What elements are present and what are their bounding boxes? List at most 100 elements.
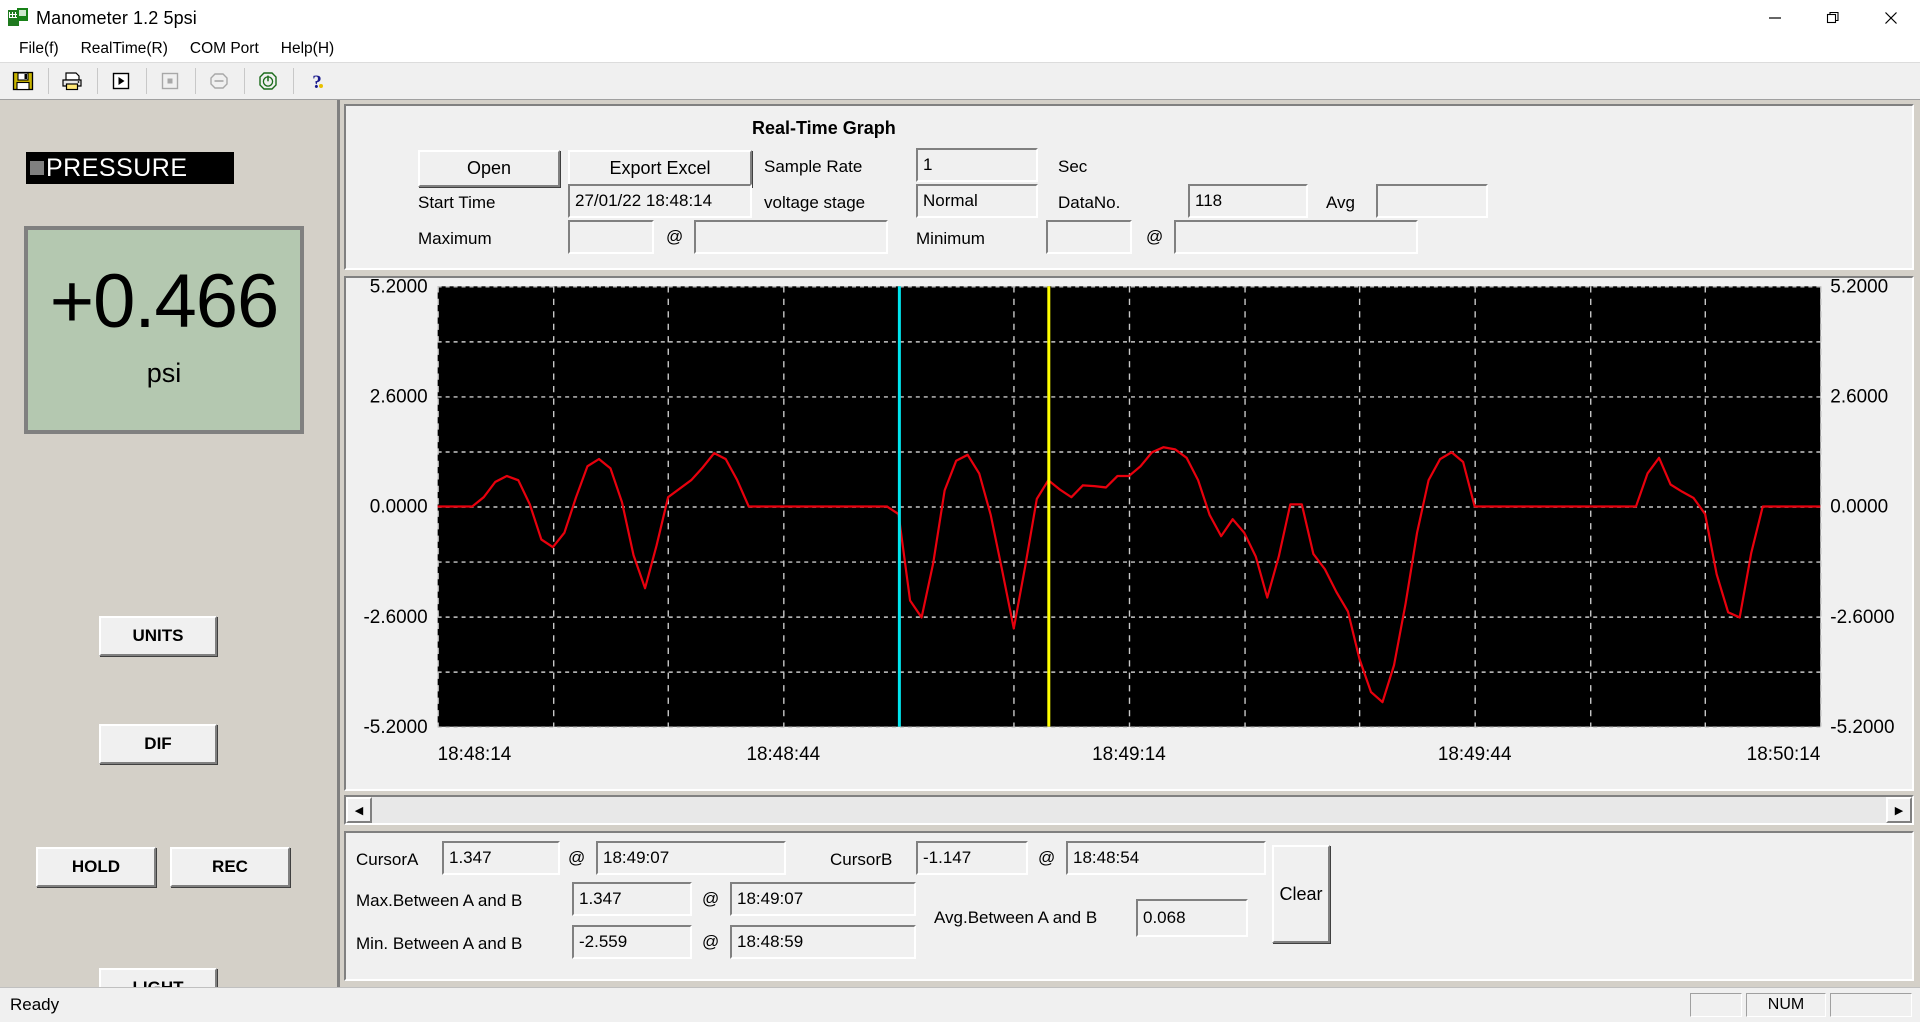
x-axis-tick-label: 18:48:14 [438, 744, 512, 765]
avg-label: Avg [1326, 193, 1355, 212]
y-axis-tick-label-right: -5.2000 [1830, 717, 1894, 738]
play-icon [112, 72, 130, 90]
disconnect-button[interactable] [202, 65, 236, 97]
power-button[interactable] [251, 65, 285, 97]
cursorB-at-label: @ [1038, 848, 1056, 867]
minimum-label: Minimum [916, 229, 985, 248]
status-bar: Ready NUM [0, 987, 1920, 1022]
sec-label: Sec [1058, 157, 1088, 176]
print-button[interactable] [55, 65, 89, 97]
sample-rate-field[interactable]: 1 [916, 148, 1038, 182]
menu-file[interactable]: File(f) [8, 38, 70, 60]
sample-rate-label: Sample Rate [764, 157, 863, 176]
mode-label: PRESSURE [46, 153, 188, 182]
dif-button[interactable]: DIF [99, 724, 217, 764]
start-time-field[interactable]: 27/01/22 18:48:14 [568, 184, 752, 218]
device-panel: PRESSURE +0.466 psi UNITS DIF HOLD REC L… [0, 100, 340, 1008]
clear-button[interactable]: Clear [1272, 845, 1330, 943]
voltage-stage-field[interactable]: Normal [916, 184, 1038, 218]
datano-label: DataNo. [1058, 193, 1121, 212]
max-between-time-field[interactable]: 18:49:07 [730, 882, 916, 916]
cursorA-value-field[interactable]: 1.347 [442, 841, 560, 875]
stop-button[interactable] [153, 65, 187, 97]
avg-between-label: Avg.Between A and B [934, 908, 1098, 927]
avg-field[interactable] [1376, 184, 1488, 218]
cursorA-at-label: @ [568, 848, 586, 867]
y-axis-tick-label-left: -5.2000 [364, 717, 428, 738]
maximum-label: Maximum [418, 229, 492, 248]
menu-help[interactable]: Help(H) [270, 38, 345, 60]
datano-field[interactable]: 118 [1188, 184, 1308, 218]
panel-title: Real-Time Graph [752, 118, 896, 138]
parameters-panel: Real-Time Graph Open Export Excel Sample… [344, 104, 1914, 270]
y-axis-tick-label-left: 5.2000 [370, 278, 428, 298]
app-icon [8, 8, 28, 28]
menu-realtime[interactable]: RealTime(R) [70, 38, 179, 60]
minimum-at-label: @ [1146, 227, 1164, 246]
open-button[interactable]: Open [418, 150, 560, 187]
menu-com-port[interactable]: COM Port [179, 38, 270, 60]
chart-container[interactable]: 5.2000 5.2000 2.6000 2.6000 0.0000 0.0000 -2.6… [344, 276, 1914, 791]
svg-text:?: ? [312, 72, 322, 93]
x-axis-tick-label: 18:49:44 [1438, 744, 1512, 765]
min-between-time-field[interactable]: 18:48:59 [730, 925, 916, 959]
chart-scrollbar[interactable]: ◀ ▶ [344, 795, 1914, 825]
toolbar-separator-3 [146, 68, 147, 94]
y-axis-tick-label-right: -2.6000 [1830, 606, 1894, 627]
y-axis-tick-label-left: 0.0000 [370, 496, 428, 517]
toolbar-separator-6 [293, 68, 294, 94]
help-icon: ? [312, 72, 323, 93]
min-between-label: Min. Between A and B [356, 934, 523, 953]
cursor-panel: CursorA 1.347 @ 18:49:07 CursorB -1.147 … [344, 831, 1914, 981]
maximum-value-field[interactable] [568, 220, 654, 254]
max-between-at-label: @ [702, 889, 720, 908]
hold-button[interactable]: HOLD [36, 847, 156, 887]
pressure-value: +0.466 [49, 259, 280, 344]
minimum-time-field[interactable] [1174, 220, 1418, 254]
units-button[interactable]: UNITS [99, 616, 217, 656]
minimize-button[interactable] [1746, 0, 1804, 36]
export-excel-button[interactable]: Export Excel [568, 150, 752, 187]
scroll-right-button[interactable]: ▶ [1886, 797, 1912, 823]
print-icon [62, 72, 82, 91]
x-axis-tick-label: 18:49:14 [1092, 744, 1166, 765]
status-message: Ready [10, 995, 60, 1014]
close-button[interactable] [1862, 0, 1920, 36]
y-axis-tick-label-right: 0.0000 [1830, 496, 1888, 517]
maximize-button[interactable] [1804, 0, 1862, 36]
scroll-track[interactable] [372, 797, 1886, 823]
window-controls [1746, 0, 1920, 36]
min-between-at-label: @ [702, 932, 720, 951]
scroll-left-button[interactable]: ◀ [346, 797, 372, 823]
y-axis-tick-label-right: 2.6000 [1830, 386, 1888, 407]
help-button[interactable]: ? [300, 65, 334, 97]
y-axis-tick-label-left: -2.6000 [364, 606, 428, 627]
min-between-value-field[interactable]: -2.559 [572, 925, 692, 959]
save-button[interactable] [6, 65, 40, 97]
cursorB-value-field[interactable]: -1.147 [916, 841, 1028, 875]
application-window: Manometer 1.2 5psi File(f) RealTime(R) C… [0, 0, 1920, 1022]
y-axis-tick-label-left: 2.6000 [370, 386, 428, 407]
num-indicator: NUM [1746, 993, 1826, 1017]
start-button[interactable] [104, 65, 138, 97]
pressure-unit: psi [146, 358, 182, 388]
minimum-value-field[interactable] [1046, 220, 1132, 254]
start-time-label: Start Time [418, 193, 496, 212]
power-icon [259, 72, 277, 90]
maximum-time-field[interactable] [694, 220, 888, 254]
graph-area: Real-Time Graph Open Export Excel Sample… [340, 100, 1920, 987]
cursorB-time-field[interactable]: 18:48:54 [1066, 841, 1266, 875]
cursorB-label: CursorB [830, 850, 893, 869]
rec-button[interactable]: REC [170, 847, 290, 887]
toolbar-separator-1 [48, 68, 49, 94]
cursorA-time-field[interactable]: 18:49:07 [596, 841, 786, 875]
minus-icon [210, 73, 228, 89]
toolbar-separator-4 [195, 68, 196, 94]
avg-between-value-field[interactable]: 0.068 [1136, 899, 1248, 937]
realtime-chart[interactable]: 5.2000 5.2000 2.6000 2.6000 0.0000 0.0000 -2.6… [346, 278, 1912, 789]
x-axis-tick-label: 18:50:14 [1747, 744, 1821, 765]
y-axis-tick-label-right: 5.2000 [1830, 278, 1888, 298]
max-between-label: Max.Between A and B [356, 891, 523, 910]
max-between-value-field[interactable]: 1.347 [572, 882, 692, 916]
restore-icon [1826, 11, 1839, 24]
